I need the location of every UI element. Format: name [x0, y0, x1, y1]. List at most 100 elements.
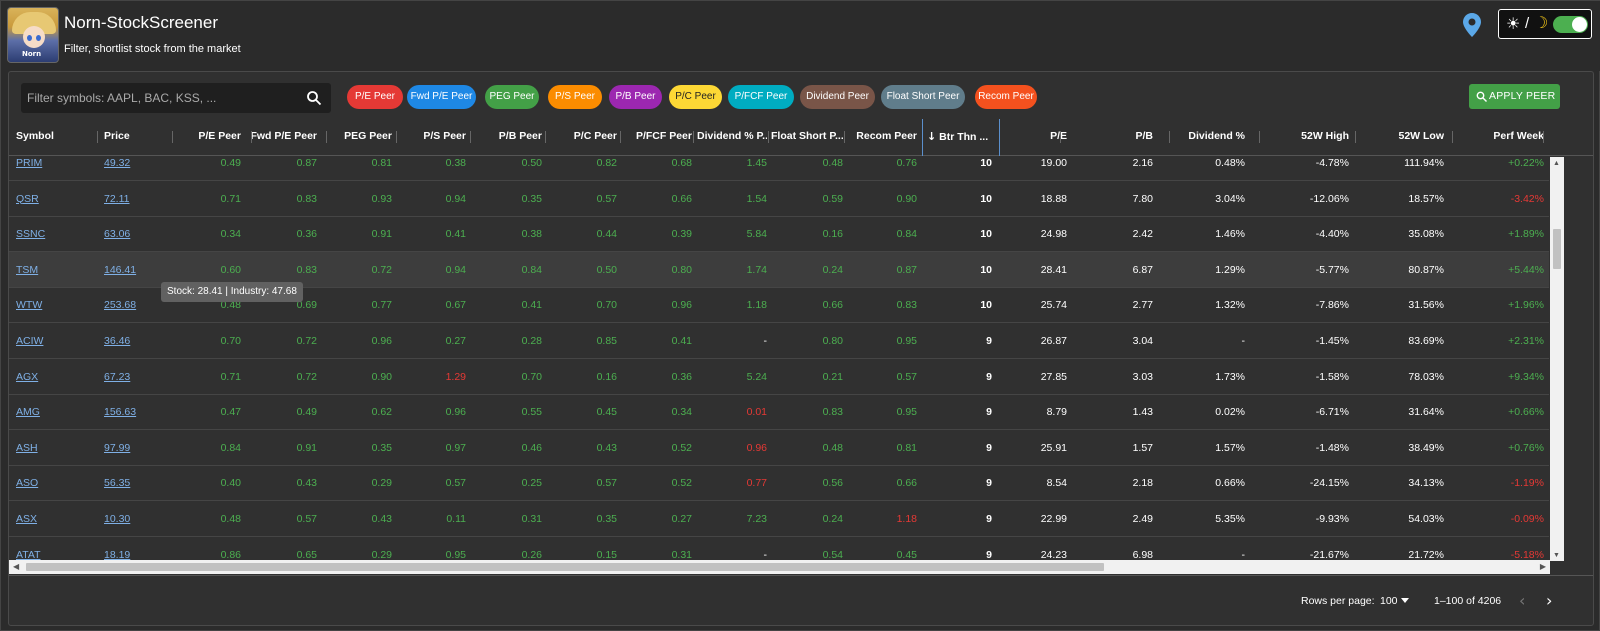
cell-pb-peer: 0.55: [521, 406, 542, 419]
cell-pb: 2.49: [1132, 513, 1153, 525]
symbol-link[interactable]: AGX: [16, 359, 86, 395]
dark-mode-toggle[interactable]: [1553, 16, 1588, 33]
table-row[interactable]: SSNC 63.06 0.34 0.36 0.91 0.41 0.38 0.44 0.39 5.8…: [9, 216, 1549, 253]
column-header-pb-peer[interactable]: P/B Peer: [474, 119, 542, 156]
table-row[interactable]: ATAT 18.19 0.86 0.65 0.29 0.95 0.26 0.15 0.31 - 0.…: [9, 537, 1549, 560]
peer-chip-peg-peer[interactable]: PEG Peer: [485, 85, 539, 109]
column-header-pc-peer[interactable]: P/C Peer: [549, 119, 617, 156]
symbol-link[interactable]: ASO: [16, 465, 86, 501]
cell-float-short-peer: 0.24: [822, 263, 843, 276]
cell-pfcf-peer: 0.80: [671, 263, 692, 276]
column-header-peg-peer[interactable]: PEG Peer: [324, 119, 392, 156]
peer-chip-p-fcf-peer[interactable]: P/FCF Peer: [728, 85, 794, 109]
column-header-fwd-pe-peer[interactable]: Fwd P/E Peer: [249, 119, 317, 156]
column-header-pb[interactable]: P/B: [1089, 119, 1153, 156]
price-link[interactable]: 56.35: [104, 465, 174, 501]
next-page-icon[interactable]: ›: [1546, 591, 1552, 610]
price-link[interactable]: 63.06: [104, 216, 174, 252]
symbol-link[interactable]: TSM: [16, 252, 86, 288]
price-link[interactable]: 97.99: [104, 430, 174, 466]
column-header-ps-peer[interactable]: P/S Peer: [399, 119, 466, 156]
price-link[interactable]: 18.19: [104, 537, 174, 560]
table-row[interactable]: ACIW 36.46 0.70 0.72 0.96 0.27 0.28 0.85 0.41 - 0.…: [9, 323, 1549, 359]
search-icon[interactable]: [306, 90, 322, 106]
sort-arrow-down-icon[interactable]: ↓: [927, 130, 936, 143]
cell-52w-high: -1.45%: [1315, 335, 1349, 347]
cell-52w-high: -1.48%: [1315, 441, 1349, 454]
symbol-link[interactable]: WTW: [16, 287, 86, 323]
peer-chip-recom-peer[interactable]: Recom Peer: [975, 85, 1037, 109]
cell-pe: 22.99: [1040, 513, 1067, 525]
cell-perf-week: +5.44%: [1508, 263, 1544, 276]
peer-chip-p-b-peer[interactable]: P/B Peer: [609, 85, 662, 109]
location-pin-icon[interactable]: [1463, 13, 1481, 37]
peer-chip-float-short-peer[interactable]: Float Short Peer: [881, 85, 965, 109]
symbol-link[interactable]: ASH: [16, 430, 86, 466]
cell-52w-low: 54.03%: [1408, 513, 1444, 525]
symbol-link[interactable]: ACIW: [16, 323, 86, 359]
cell-ps-peer: 0.67: [445, 299, 466, 312]
column-header-52w-low[interactable]: 52W Low: [1364, 119, 1444, 156]
column-header-perf-week[interactable]: Perf Week: [1464, 119, 1544, 156]
cell-pe-peer: 0.48: [220, 513, 241, 525]
cell-pb-peer: 0.26: [521, 548, 542, 560]
table-row[interactable]: ASH 97.99 0.84 0.91 0.35 0.97 0.46 0.43 0.52 0.96…: [9, 430, 1549, 466]
symbol-link[interactable]: AMG: [16, 394, 86, 430]
cell-dividend: 1.29%: [1215, 263, 1245, 276]
column-header-pe-peer[interactable]: P/E Peer: [169, 119, 241, 156]
table-row[interactable]: ASO 56.35 0.40 0.43 0.29 0.57 0.25 0.57 0.52 0.77…: [9, 465, 1549, 502]
table-row[interactable]: ASX 10.30 0.48 0.57 0.43 0.11 0.31 0.35 0.27 7.23…: [9, 501, 1549, 537]
horizontal-scrollbar[interactable]: ◀ ▶: [9, 560, 1550, 574]
column-header-float-short-peer[interactable]: Float Short P...: [771, 119, 843, 156]
cell-float-short-peer: 0.56: [822, 477, 843, 490]
price-link[interactable]: 67.23: [104, 359, 174, 395]
cell-dividend-peer: 1.54: [746, 192, 767, 205]
price-link[interactable]: 36.46: [104, 323, 174, 359]
symbol-link[interactable]: ATAT: [16, 537, 86, 560]
peer-chip-p-c-peer[interactable]: P/C Peer: [669, 85, 722, 109]
cell-pfcf-peer: 0.36: [671, 370, 692, 383]
table-row[interactable]: QSR 72.11 0.71 0.83 0.93 0.94 0.35 0.57 0.66 1.54…: [9, 181, 1549, 217]
symbol-filter-input[interactable]: [27, 83, 297, 113]
cell-52w-high: -12.06%: [1309, 192, 1349, 205]
price-link[interactable]: 10.30: [104, 501, 174, 537]
column-header-better-than[interactable]: ↓ Btr Thn ...: [927, 119, 995, 156]
cell-52w-low: 78.03%: [1408, 370, 1444, 383]
cell-perf-week: +0.66%: [1508, 406, 1544, 419]
column-header-52w-high[interactable]: 52W High: [1269, 119, 1349, 156]
peer-chip-fwd-p-e-peer[interactable]: Fwd P/E Peer: [407, 85, 476, 109]
symbol-link[interactable]: ASX: [16, 501, 86, 537]
caret-down-icon[interactable]: [1401, 598, 1409, 603]
symbol-link[interactable]: QSR: [16, 181, 86, 217]
symbol-link[interactable]: SSNC: [16, 216, 86, 252]
cell-dividend-peer: 7.23: [746, 513, 767, 525]
peer-chip-p-e-peer[interactable]: P/E Peer: [347, 85, 403, 109]
peer-chip-dividend-peer[interactable]: Dividend Peer: [800, 85, 875, 109]
rows-per-page-select[interactable]: 100: [1380, 595, 1398, 607]
vertical-scrollbar[interactable]: ▲ ▼: [1550, 157, 1564, 561]
table-row[interactable]: PRIM 49.32 0.49 0.87 0.81 0.38 0.50 0.82 0.68 1.4…: [9, 157, 1549, 181]
price-link[interactable]: 49.32: [104, 157, 174, 181]
column-header-price[interactable]: Price: [104, 119, 174, 156]
filter-icon: [1476, 91, 1487, 102]
table-row[interactable]: AMG 156.63 0.47 0.49 0.62 0.96 0.55 0.45 0.34 0.0…: [9, 394, 1549, 431]
prev-page-icon[interactable]: ‹: [1519, 591, 1525, 610]
column-header-symbol[interactable]: Symbol: [16, 119, 86, 156]
symbol-link[interactable]: PRIM: [16, 157, 86, 181]
cell-recom-peer: 0.81: [896, 441, 917, 454]
column-header-label: Btr Thn ...: [939, 131, 989, 143]
peer-chip-p-s-peer[interactable]: P/S Peer: [548, 85, 602, 109]
column-header-pe[interactable]: P/E: [999, 119, 1067, 156]
column-header-pfcf-peer[interactable]: P/FCF Peer: [624, 119, 692, 156]
cell-dividend-peer: -: [763, 335, 768, 347]
apply-peer-label: APPLY PEER: [1489, 90, 1556, 102]
cell-pe-peer: 0.84: [220, 441, 241, 454]
apply-peer-button[interactable]: APPLY PEER: [1469, 84, 1560, 109]
column-header-dividend-peer[interactable]: Dividend % P...: [697, 119, 767, 156]
price-link[interactable]: 156.63: [104, 394, 174, 430]
table-row[interactable]: AGX 67.23 0.71 0.72 0.90 1.29 0.70 0.16 0.36 5.24…: [9, 359, 1549, 395]
column-header-dividend[interactable]: Dividend %: [1169, 119, 1245, 156]
cell-pb: 2.42: [1132, 228, 1153, 241]
price-link[interactable]: 72.11: [104, 181, 174, 217]
column-header-recom-peer[interactable]: Recom Peer: [849, 119, 917, 156]
